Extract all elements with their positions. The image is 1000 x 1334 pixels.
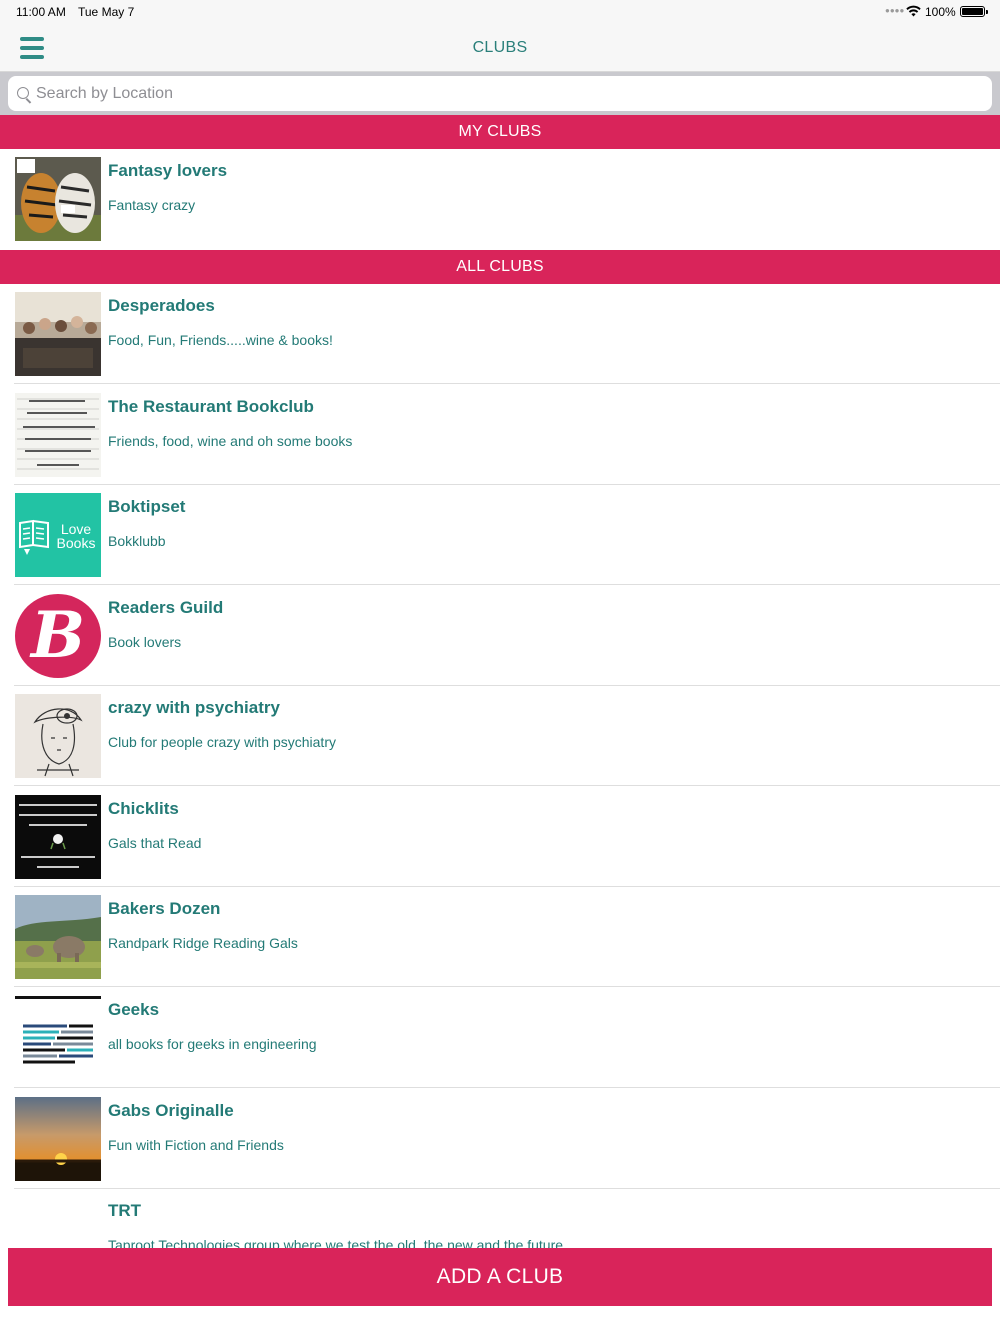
search-input[interactable] — [36, 76, 976, 111]
add-club-button[interactable]: ADD A CLUB — [8, 1248, 992, 1306]
status-time: 11:00 AM — [16, 5, 66, 19]
club-row-bakers-dozen[interactable]: Bakers Dozen Randpark Ridge Reading Gals — [0, 887, 1000, 987]
club-description: Fun with Fiction and Friends — [108, 1137, 284, 1153]
row-divider — [14, 1087, 1000, 1088]
club-thumbnail-love-books: Love Books — [15, 493, 101, 577]
club-thumbnail-sketch — [15, 694, 101, 778]
club-name: The Restaurant Bookclub — [108, 397, 314, 416]
battery-icon — [960, 6, 988, 17]
status-bar: 11:00 AM Tue May 7 ●●●● 100% — [0, 0, 1000, 24]
club-description: Fantasy crazy — [108, 197, 196, 213]
club-description: Book lovers — [108, 634, 182, 650]
club-row-geeks[interactable]: Geeks all books for geeks in engineering — [0, 988, 1000, 1088]
club-description: Food, Fun, Friends.....wine & books! — [108, 332, 333, 348]
club-row-fantasy-lovers[interactable]: Fantasy lovers Fantasy crazy — [0, 149, 1000, 249]
club-thumbnail-group-photo — [15, 292, 101, 376]
club-description: Randpark Ridge Reading Gals — [108, 935, 298, 951]
club-name: Gabs Originalle — [108, 1101, 234, 1120]
club-name: Chicklits — [108, 799, 179, 818]
row-divider — [14, 986, 1000, 987]
club-name: Desperadoes — [108, 296, 215, 315]
search-bar — [0, 72, 1000, 115]
club-row-boktipset[interactable]: Love Books Boktipset Bokklubb — [0, 485, 1000, 585]
club-name: crazy with psychiatry — [108, 698, 280, 717]
nav-bar: CLUBS — [0, 24, 1000, 72]
club-name: Fantasy lovers — [108, 161, 228, 180]
love-books-logo-text: Love Books — [56, 521, 96, 551]
club-thumbnail-letter-b-logo: B — [15, 594, 101, 678]
club-name: Geeks — [108, 1000, 160, 1019]
club-thumbnail-elephants — [15, 895, 101, 979]
wifi-icon — [906, 5, 921, 20]
club-row-crazy-with-psychiatry[interactable]: crazy with psychiatry Club for people cr… — [0, 686, 1000, 786]
search-box[interactable] — [8, 76, 992, 111]
bottom-spacer — [0, 1306, 1000, 1334]
club-row-readers-guild[interactable]: B Readers Guild Book lovers — [0, 586, 1000, 686]
club-description: Bokklubb — [108, 533, 166, 549]
search-icon — [17, 87, 29, 99]
club-thumbnail-dog-quote — [15, 795, 101, 879]
status-date: Tue May 7 — [78, 5, 135, 19]
page-title: CLUBS — [472, 39, 528, 56]
club-name: TRT — [108, 1201, 142, 1220]
club-thumbnail-word-cloud — [15, 996, 101, 1080]
club-thumbnail-quote-text — [15, 393, 101, 477]
club-row-chicklits[interactable]: Chicklits Gals that Read — [0, 787, 1000, 887]
club-row-gabs-originalle[interactable]: Gabs Originalle Fun with Fiction and Fri… — [0, 1089, 1000, 1189]
club-row-restaurant-bookclub[interactable]: The Restaurant Bookclub Friends, food, w… — [0, 385, 1000, 485]
club-description: Gals that Read — [108, 835, 202, 851]
club-description: Friends, food, wine and oh some books — [108, 433, 353, 449]
club-description: all books for geeks in engineering — [108, 1036, 317, 1052]
battery-percent: 100% — [925, 5, 956, 19]
club-name: Boktipset — [108, 497, 186, 516]
signal-icon: ●●●● — [885, 6, 905, 15]
club-row-desperadoes[interactable]: Desperadoes Food, Fun, Friends.....wine … — [0, 284, 1000, 384]
all-clubs-header: ALL CLUBS — [0, 250, 1000, 284]
club-description: Club for people crazy with psychiatry — [108, 734, 336, 750]
club-name: Readers Guild — [108, 598, 224, 617]
row-divider — [14, 584, 1000, 585]
club-thumbnail-tigers — [15, 157, 101, 241]
row-divider — [14, 785, 1000, 786]
club-thumbnail-sunset — [15, 1097, 101, 1181]
club-name: Bakers Dozen — [108, 899, 221, 918]
my-clubs-header: MY CLUBS — [0, 115, 1000, 149]
readers-guild-logo-letter: B — [30, 598, 86, 673]
row-divider — [14, 383, 1000, 384]
